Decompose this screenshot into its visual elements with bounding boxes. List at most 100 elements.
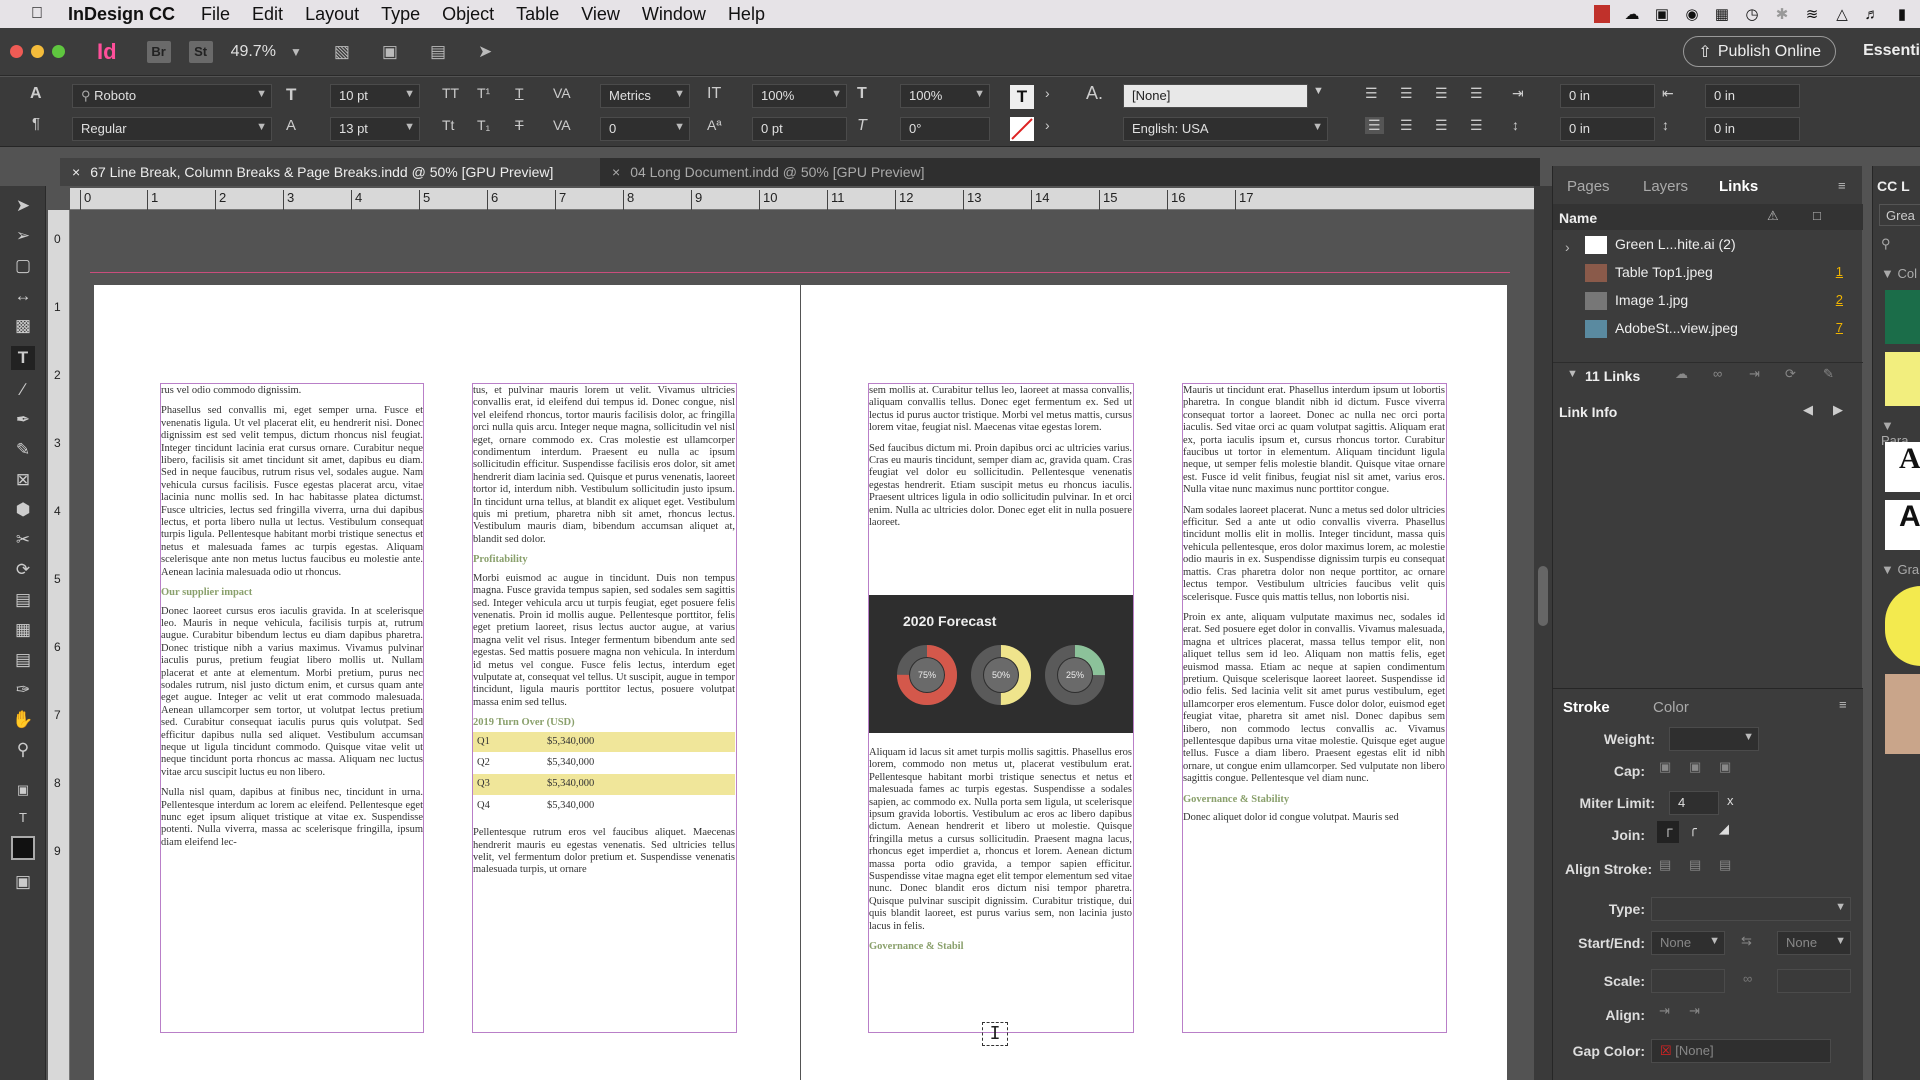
link-page-number[interactable]: 7 xyxy=(1836,320,1843,335)
vertical-ruler[interactable]: 0 1 2 3 4 5 6 7 8 9 xyxy=(48,210,70,1080)
tab-layers[interactable]: Layers xyxy=(1643,178,1688,195)
fill-stroke-swatch-icon[interactable]: ▣ xyxy=(11,778,35,802)
link-scale-icon[interactable]: ∞ xyxy=(1743,971,1752,986)
graphics-section-toggle[interactable]: ▼ Gra xyxy=(1881,562,1919,577)
link-row[interactable]: Table Top1.jpeg 1 xyxy=(1565,264,1855,290)
link-row[interactable]: Image 1.jpg 2 xyxy=(1565,292,1855,318)
justify-left-icon[interactable]: ☰ xyxy=(1365,117,1384,134)
search-icon[interactable]: ⚲ xyxy=(1881,236,1891,252)
turnover-table[interactable]: Q1 $5,340,000 Q2 $5,340,000 Q3 $5,340,000 Q… xyxy=(473,731,735,818)
library-dropdown[interactable]: Grea xyxy=(1879,204,1920,226)
previous-link-icon[interactable]: ◀ xyxy=(1803,402,1813,418)
airplay-icon[interactable]: △ xyxy=(1834,5,1850,23)
font-size-field[interactable]: 10 pt ▼ xyxy=(330,84,420,108)
page-column-icon[interactable]: □ xyxy=(1813,208,1821,223)
small-caps-icon[interactable]: Tt xyxy=(442,117,454,133)
link-row[interactable]: › Green L...hite.ai (2) xyxy=(1565,236,1855,262)
warning-icon[interactable]: ⚠ xyxy=(1767,208,1779,224)
justify-center-icon[interactable]: ☰ xyxy=(1400,117,1413,134)
color-swatch-green[interactable] xyxy=(1885,290,1920,344)
arrange-documents-icon[interactable]: ▤ xyxy=(430,42,446,62)
projecting-cap-icon[interactable]: ▣ xyxy=(1719,759,1731,775)
chevron-right-icon[interactable]: › xyxy=(1565,239,1570,255)
screen-mode-icon[interactable]: ▣ xyxy=(382,42,398,62)
space-before-field[interactable]: 0 in xyxy=(1560,117,1655,141)
bevel-join-icon[interactable]: ◢ xyxy=(1719,821,1729,837)
horizontal-scale-field[interactable]: 100% ▼ xyxy=(900,84,990,108)
next-link-icon[interactable]: ▶ xyxy=(1833,402,1843,418)
line-tool-icon[interactable]: ∕ xyxy=(11,378,35,402)
chevron-right-icon[interactable]: › xyxy=(1045,117,1050,133)
menu-window[interactable]: Window xyxy=(642,4,706,25)
color-section-toggle[interactable]: ▼ Col xyxy=(1881,266,1917,281)
publish-online-button[interactable]: ⇧ Publish Online xyxy=(1683,36,1836,67)
graphic-thumb-badge[interactable] xyxy=(1885,586,1920,666)
align-left-icon[interactable]: ☰ xyxy=(1365,85,1378,102)
chevron-right-icon[interactable]: › xyxy=(1045,85,1050,101)
vertical-scrollbar[interactable] xyxy=(1534,186,1552,1080)
all-caps-icon[interactable]: TT xyxy=(442,85,459,101)
zoom-window-button[interactable] xyxy=(52,45,65,58)
baseline-shift-field[interactable]: 0 pt xyxy=(752,117,847,141)
align-towards-spine-icon[interactable]: ☰ xyxy=(1470,85,1483,102)
content-collector-icon[interactable]: ▩ xyxy=(11,314,35,338)
text-stroke-swatch[interactable] xyxy=(1010,117,1034,141)
weight-field[interactable]: ▼ xyxy=(1669,727,1759,751)
rectangle-frame-tool-icon[interactable]: ⊠ xyxy=(11,468,35,492)
volume-icon[interactable]: ♬ xyxy=(1864,6,1880,23)
tab-line-break-doc[interactable]: × 67 Line Break, Column Breaks & Page Bre… xyxy=(60,158,600,186)
text-column[interactable]: Aliquam id lacus sit amet turpis mollis … xyxy=(869,747,1132,1031)
text-column[interactable]: sem mollis at. Curabitur tellus leo, lao… xyxy=(869,385,1132,603)
gap-tool-icon[interactable]: ↔ xyxy=(11,284,35,308)
record-icon[interactable] xyxy=(1594,5,1610,23)
round-join-icon[interactable]: ╭ xyxy=(1689,821,1697,837)
zoom-tool-icon[interactable]: ⚲ xyxy=(11,738,35,762)
swap-arrows-icon[interactable]: ⇆ xyxy=(1741,933,1752,949)
chevron-down-icon[interactable]: ▼ xyxy=(1313,85,1324,97)
link-page-number[interactable]: 1 xyxy=(1836,264,1843,279)
align-center-icon[interactable]: ☰ xyxy=(1400,85,1413,102)
space-after-field[interactable]: 0 in xyxy=(1705,117,1800,141)
leading-field[interactable]: 13 pt ▼ xyxy=(330,117,420,141)
close-icon[interactable]: × xyxy=(612,164,620,180)
page-tool-icon[interactable]: ▢ xyxy=(11,254,35,278)
menu-layout[interactable]: Layout xyxy=(305,4,359,25)
hand-tool-icon[interactable]: ✋ xyxy=(11,708,35,732)
arrow-tip-extend-icon[interactable]: ⇥ xyxy=(1659,1003,1670,1019)
stroke-type-field[interactable]: ▼ xyxy=(1651,897,1851,921)
tracking-field[interactable]: 0 ▼ xyxy=(600,117,690,141)
font-family-field[interactable]: ⚲ Roboto ▼ xyxy=(72,84,272,108)
note-tool-icon[interactable]: ▤ xyxy=(11,648,35,672)
graphic-thumb-photo[interactable] xyxy=(1885,674,1920,754)
align-center-stroke-icon[interactable]: ▤ xyxy=(1659,857,1671,873)
time-machine-icon[interactable]: ◷ xyxy=(1744,5,1760,23)
text-fill-swatch[interactable]: T xyxy=(1010,85,1034,109)
start-field[interactable]: None ▼ xyxy=(1651,931,1725,955)
chevron-down-icon[interactable]: ▼ xyxy=(1567,368,1578,380)
zoom-dropdown-icon[interactable]: ▼ xyxy=(290,45,302,59)
subscript-icon[interactable]: T₁ xyxy=(477,117,490,133)
pen-tool-icon[interactable]: ✒ xyxy=(11,408,35,432)
gradient-tool-icon[interactable]: ▤ xyxy=(11,588,35,612)
relink-icon[interactable]: ∞ xyxy=(1713,366,1722,381)
horizontal-ruler[interactable]: 0 1 2 3 4 5 6 7 8 9 10 11 12 13 14 15 16… xyxy=(70,188,1534,210)
font-style-field[interactable]: Regular ▼ xyxy=(72,117,272,141)
goto-link-icon[interactable]: ⇥ xyxy=(1749,366,1760,382)
align-outside-stroke-icon[interactable]: ▤ xyxy=(1719,857,1731,873)
bluetooth-icon[interactable]: ✱ xyxy=(1774,5,1790,23)
apple-icon[interactable]:  xyxy=(20,5,54,23)
creative-cloud-icon[interactable]: ☁ xyxy=(1624,5,1640,23)
pasteboard[interactable]: rus vel odio commodo dignissim. Phasellu… xyxy=(70,210,1534,1080)
kerning-field[interactable]: Metrics ▼ xyxy=(600,84,690,108)
underline-icon[interactable]: T xyxy=(515,85,524,101)
paragraph-style-thumb[interactable]: A xyxy=(1885,500,1920,550)
left-indent-field[interactable]: 0 in xyxy=(1560,84,1655,108)
link-row[interactable]: AdobeSt...view.jpeg 7 xyxy=(1565,320,1855,346)
tab-stroke[interactable]: Stroke xyxy=(1563,699,1610,716)
close-icon[interactable]: × xyxy=(72,164,80,180)
justify-all-icon[interactable]: ☰ xyxy=(1470,117,1483,134)
butt-cap-icon[interactable]: ▣ xyxy=(1659,759,1671,775)
cc-libraries-panel-tab[interactable]: CC L xyxy=(1877,178,1910,194)
end-scale-field[interactable] xyxy=(1777,969,1851,993)
screen-icon[interactable]: ▣ xyxy=(1654,5,1670,23)
